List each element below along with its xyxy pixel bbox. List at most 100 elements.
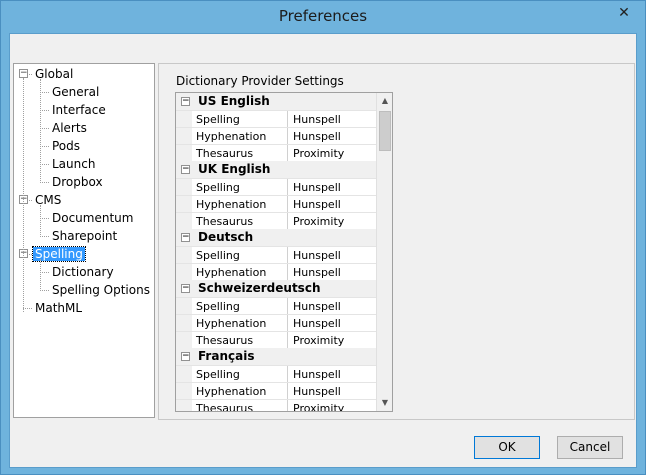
- tree-connector: [40, 290, 49, 291]
- category-row[interactable]: − Français: [176, 348, 378, 365]
- dialog-client: Global − General Interface Alerts Pods Launch D…: [9, 33, 637, 468]
- property-name: Spelling: [176, 247, 288, 264]
- tree-item-label: General: [52, 85, 100, 99]
- panel-label: Dictionary Provider Settings: [176, 74, 344, 88]
- tree-item-spelling-options[interactable]: Spelling Options: [50, 281, 152, 299]
- property-grid-rows: − US English Spelling Hunspell Hyphenation Hu…: [176, 93, 378, 411]
- property-row[interactable]: Hyphenation Hunspell: [176, 314, 378, 332]
- property-value[interactable]: Hunspell: [290, 315, 341, 332]
- property-name: Hyphenation: [176, 315, 288, 332]
- property-row[interactable]: Spelling Hunspell: [176, 246, 378, 264]
- property-value[interactable]: Hunspell: [290, 247, 341, 264]
- property-value[interactable]: Hunspell: [290, 298, 341, 315]
- ok-button[interactable]: OK: [474, 436, 540, 459]
- tree-item-label: MathML: [35, 301, 83, 315]
- tree-connector: [40, 205, 41, 237]
- scroll-thumb[interactable]: [379, 111, 391, 151]
- collapse-icon[interactable]: −: [181, 352, 190, 361]
- title-bar[interactable]: Preferences ✕: [1, 1, 645, 33]
- property-name: Thesaurus: [176, 400, 288, 411]
- tree-item-label: CMS: [35, 193, 62, 207]
- property-name: Spelling: [176, 179, 288, 196]
- tree-item-sharepoint[interactable]: Sharepoint: [50, 227, 119, 245]
- collapse-icon[interactable]: −: [181, 165, 190, 174]
- tree-connector: [40, 164, 49, 165]
- tree-item-dropbox[interactable]: Dropbox: [50, 173, 105, 191]
- tree-connector: [40, 259, 41, 291]
- tree-item-launch[interactable]: Launch: [50, 155, 97, 173]
- tree-item-label: Sharepoint: [52, 229, 118, 243]
- property-name: Hyphenation: [176, 128, 288, 145]
- property-name: Hyphenation: [176, 196, 288, 213]
- close-icon[interactable]: ✕: [609, 2, 639, 24]
- scroll-down-icon[interactable]: ▼: [377, 395, 392, 411]
- property-value[interactable]: Proximity: [290, 400, 344, 411]
- property-row[interactable]: Spelling Hunspell: [176, 297, 378, 315]
- collapse-icon[interactable]: −: [181, 284, 190, 293]
- category-row[interactable]: − Deutsch: [176, 229, 378, 246]
- property-row[interactable]: Thesaurus Proximity: [176, 144, 378, 162]
- property-row[interactable]: Spelling Hunspell: [176, 110, 378, 128]
- collapse-icon[interactable]: −: [181, 233, 190, 242]
- tree-connector: [40, 272, 49, 273]
- collapse-icon[interactable]: −: [19, 69, 28, 78]
- property-row[interactable]: Hyphenation Hunspell: [176, 195, 378, 213]
- property-row[interactable]: Hyphenation Hunspell: [176, 263, 378, 281]
- property-value[interactable]: Proximity: [290, 213, 344, 230]
- tree-item-label: Documentum: [52, 211, 134, 225]
- property-row[interactable]: Hyphenation Hunspell: [176, 382, 378, 400]
- collapse-icon[interactable]: −: [181, 97, 190, 106]
- tree-item-label: Alerts: [52, 121, 87, 135]
- scroll-up-icon[interactable]: ▲: [377, 93, 392, 109]
- grid-scrollbar[interactable]: ▲ ▼: [376, 93, 392, 411]
- tree-item-label: Dropbox: [52, 175, 103, 189]
- property-value[interactable]: Proximity: [290, 145, 344, 162]
- property-value[interactable]: Hunspell: [290, 179, 341, 196]
- category-row[interactable]: − US English: [176, 93, 378, 110]
- property-name: Thesaurus: [176, 332, 288, 349]
- property-name: Hyphenation: [176, 383, 288, 400]
- tree-connector: [40, 92, 49, 93]
- property-row[interactable]: Thesaurus Proximity: [176, 331, 378, 349]
- property-grid[interactable]: − US English Spelling Hunspell Hyphenation Hu…: [175, 92, 393, 412]
- tree-item-general[interactable]: General: [50, 83, 101, 101]
- window-title: Preferences: [278, 7, 368, 25]
- tree-item-cms[interactable]: CMS: [33, 191, 63, 209]
- tree-item-interface[interactable]: Interface: [50, 101, 108, 119]
- property-row[interactable]: Hyphenation Hunspell: [176, 127, 378, 145]
- property-value[interactable]: Hunspell: [290, 111, 341, 128]
- tree-item-label: Launch: [52, 157, 96, 171]
- tree-connector: [40, 79, 41, 183]
- tree-item-documentum[interactable]: Documentum: [50, 209, 135, 227]
- tree-item-dictionary[interactable]: Dictionary: [50, 263, 116, 281]
- tree-item-pods[interactable]: Pods: [50, 137, 82, 155]
- tree-connector: [40, 128, 49, 129]
- property-row[interactable]: Spelling Hunspell: [176, 178, 378, 196]
- category-row[interactable]: − Schweizerdeutsch: [176, 280, 378, 297]
- property-name: Spelling: [176, 298, 288, 315]
- category-name: UK English: [198, 162, 271, 176]
- tree-item-mathml[interactable]: MathML: [33, 299, 84, 317]
- property-row[interactable]: Thesaurus Proximity: [176, 399, 378, 411]
- property-value[interactable]: Hunspell: [290, 383, 341, 400]
- tree-connector: [40, 110, 49, 111]
- property-value[interactable]: Hunspell: [290, 366, 341, 383]
- category-row[interactable]: − UK English: [176, 161, 378, 178]
- property-name: Thesaurus: [176, 213, 288, 230]
- category-name: Schweizerdeutsch: [198, 281, 321, 295]
- property-row[interactable]: Thesaurus Proximity: [176, 212, 378, 230]
- settings-panel: Dictionary Provider Settings − US English…: [158, 63, 635, 420]
- cancel-button[interactable]: Cancel: [557, 436, 623, 459]
- category-name: Deutsch: [198, 230, 254, 244]
- tree-item-alerts[interactable]: Alerts: [50, 119, 89, 137]
- preferences-tree[interactable]: Global − General Interface Alerts Pods Launch D…: [13, 63, 155, 418]
- property-value[interactable]: Proximity: [290, 332, 344, 349]
- property-row[interactable]: Spelling Hunspell: [176, 365, 378, 383]
- property-value[interactable]: Hunspell: [290, 196, 341, 213]
- property-value[interactable]: Hunspell: [290, 128, 341, 145]
- tree-item-label: Dictionary: [52, 265, 114, 279]
- property-value[interactable]: Hunspell: [290, 264, 341, 281]
- category-name: Français: [198, 349, 255, 363]
- tree-connector: [40, 182, 49, 183]
- tree-connector: [40, 146, 49, 147]
